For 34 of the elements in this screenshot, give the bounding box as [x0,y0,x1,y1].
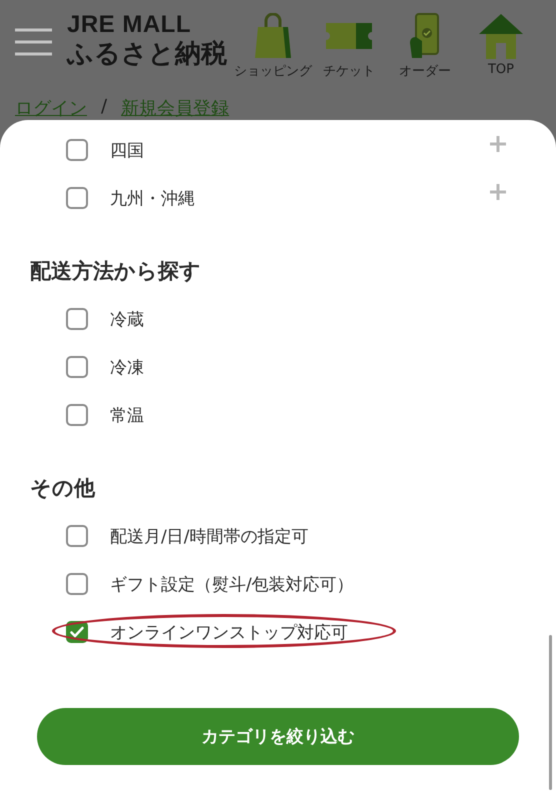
phone-icon [408,13,442,59]
filter-option-label[interactable]: 冷凍 [110,356,144,378]
filter-option-label[interactable]: 四国 [110,138,144,162]
checkbox[interactable] [66,308,88,330]
logo-text[interactable]: JRE MALL [67,12,227,38]
apply-button[interactable]: カテゴリを絞り込む [37,708,519,765]
filter-option-label[interactable]: 配送月/日/時間帯の指定可 [110,524,308,548]
checkbox[interactable] [66,356,88,378]
nav-link[interactable]: チケット [323,62,375,80]
nav-link[interactable]: TOP [488,62,514,77]
nav-link[interactable]: ショッピング [234,62,312,80]
ticket-icon [326,23,372,49]
expand-plus-icon[interactable] [490,184,506,200]
expand-plus-icon[interactable] [490,136,506,152]
section-heading: その他 [30,475,96,502]
house-icon [478,13,524,59]
checkbox[interactable] [66,404,88,426]
checkbox[interactable] [66,525,88,547]
filter-option-label[interactable]: ギフト設定（熨斗/包装対応可） [110,572,354,596]
nav-link[interactable]: オーダー [399,62,451,80]
menu-icon[interactable] [15,28,52,56]
checkbox[interactable] [66,139,88,161]
filter-option-label[interactable]: 冷蔵 [110,308,144,330]
filter-option-label[interactable]: 常温 [110,404,144,426]
filter-option-label[interactable]: オンラインワンストップ対応可 [110,620,348,644]
breadcrumb-separator: / [101,96,108,119]
checkbox[interactable] [66,573,88,595]
shopping-bag-icon [253,13,293,59]
filter-option-label[interactable]: 九州・沖縄 [110,186,195,210]
logo-subtitle[interactable]: ふるさと納税 [67,38,227,70]
scrollbar[interactable] [549,635,552,790]
check-icon [70,626,84,638]
checkbox[interactable] [66,187,88,209]
section-heading: 配送方法から探す [30,258,202,285]
